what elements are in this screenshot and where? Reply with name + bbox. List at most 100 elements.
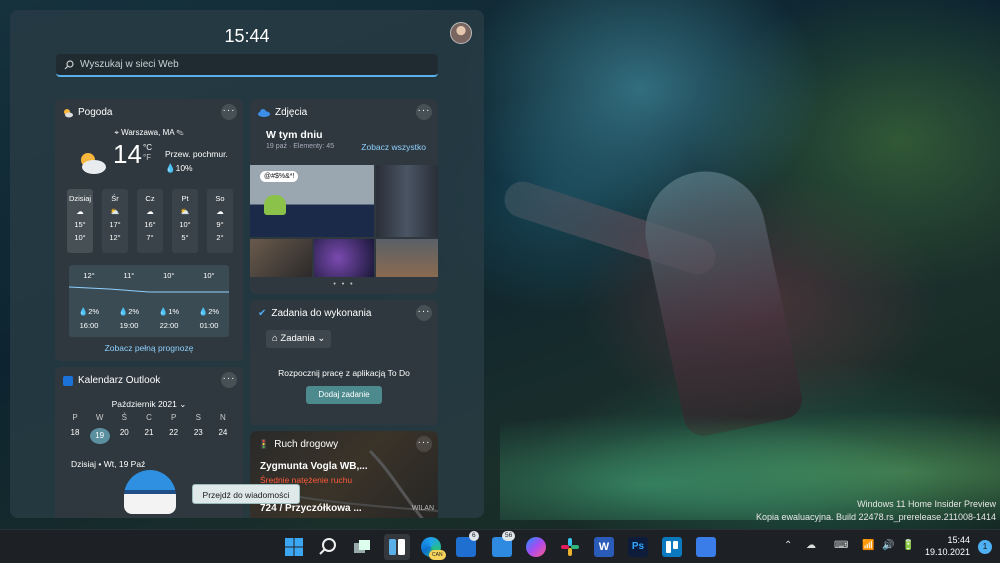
calendar-day[interactable]: 24: [213, 428, 233, 444]
calendar-day[interactable]: 20: [114, 428, 134, 444]
hourly-forecast: 12° 11° 10° 10° 💧2% 💧2% 💧1% 💧2% 16:00 19:00 22:0…: [69, 265, 229, 337]
calendar-day[interactable]: 18: [65, 428, 85, 444]
search-icon[interactable]: [318, 537, 338, 557]
weather-title: Pogoda: [78, 107, 113, 118]
calendar-day[interactable]: 22: [164, 428, 184, 444]
translator-icon[interactable]: [696, 537, 716, 557]
weather-app-icon: [64, 108, 73, 117]
todo-check-icon: ✔: [258, 308, 267, 319]
widgets-icon: [389, 539, 405, 555]
user-avatar[interactable]: [450, 22, 472, 44]
wallpaper-tree: [634, 160, 806, 440]
calendar-day-today[interactable]: 19: [89, 428, 110, 444]
add-task-button[interactable]: Dodaj zadanie: [306, 386, 382, 404]
onedrive-cloud-icon: [258, 108, 270, 117]
forecast-day[interactable]: So ☁ 9° 2°: [207, 189, 233, 253]
wifi-icon[interactable]: 📶: [862, 540, 874, 551]
weather-more-button[interactable]: ···: [221, 104, 237, 120]
word-icon[interactable]: W: [594, 537, 614, 557]
cloud-icon: ☁: [216, 207, 224, 216]
widgets-button-active[interactable]: [384, 534, 410, 560]
edit-icon: ✎: [174, 128, 184, 137]
windows-start-icon[interactable]: [284, 537, 304, 557]
forecast-day[interactable]: Pt ⛅ 10° 5°: [172, 189, 198, 253]
photos-heading: W tym dniu: [266, 129, 323, 141]
outlook-calendar-icon: [63, 375, 73, 386]
taskbar: CAN 6 56 W Ps ⌃ ☁ ⌨ 📶 🔊 🔋 15:44 19.10.20…: [0, 529, 1000, 563]
forecast-day[interactable]: Śr ⛅ 17° 12°: [102, 189, 128, 253]
traffic-street[interactable]: Zygmunta Vogla WB,...: [260, 461, 368, 472]
photo-thumbnail[interactable]: [314, 239, 374, 277]
hourly-temperature-line: [69, 286, 229, 293]
trello-icon[interactable]: [662, 537, 682, 557]
slack-icon[interactable]: [560, 537, 580, 557]
partly-sunny-icon: ⛅: [180, 207, 190, 216]
go-to-news-tooltip[interactable]: Przejdź do wiadomości: [192, 484, 300, 504]
battery-icon[interactable]: 🔋: [902, 540, 914, 551]
traffic-more-button[interactable]: ···: [416, 436, 432, 452]
task-view-icon[interactable]: [352, 537, 372, 557]
todo-widget[interactable]: ✔ Zadania do wykonania ··· ⌂ Zadania ⌄ R…: [250, 300, 438, 425]
traffic-title: Ruch drogowy: [274, 439, 339, 450]
store-app-icon[interactable]: 56: [492, 531, 516, 557]
current-temperature: 14: [113, 139, 142, 169]
forecast-day[interactable]: Cz ☁ 16° 7°: [137, 189, 163, 253]
web-search-input[interactable]: Wyszukaj w sieci Web: [56, 54, 438, 77]
cloud-icon: ☁: [146, 207, 154, 216]
weather-widget[interactable]: Pogoda ··· ⌖ Warszawa, MA ✎ 14 °C °F Prz…: [55, 99, 243, 361]
week-dates: 18 19 20 21 22 23 24: [65, 428, 233, 444]
calendar-day[interactable]: 23: [188, 428, 208, 444]
keyboard-icon[interactable]: ⌨: [834, 540, 848, 551]
todo-more-button[interactable]: ···: [416, 305, 432, 321]
photoshop-icon[interactable]: Ps: [628, 537, 648, 557]
onedrive-cloud-icon[interactable]: ☁: [806, 540, 816, 551]
today-label: Dzisiaj • Wt, 19 Paź: [71, 459, 146, 469]
messenger-icon[interactable]: [526, 537, 546, 557]
todo-header: ✔ Zadania do wykonania: [258, 308, 371, 319]
search-icon: [64, 59, 74, 69]
month-selector[interactable]: Październik 2021 ⌄: [55, 399, 243, 410]
photo-thumbnail[interactable]: [376, 239, 438, 277]
chevron-down-icon: ⌄: [176, 399, 187, 409]
map-label: WILAN: [411, 505, 434, 512]
widget-mascot-image: [124, 470, 176, 514]
photos-widget[interactable]: Zdjęcia ··· W tym dniu 19 paź · Elementy…: [250, 99, 438, 294]
widgets-panel: 15:44 Wyszukaj w sieci Web Pogoda ··· ⌖ …: [10, 10, 484, 518]
partly-cloudy-icon: [81, 153, 106, 174]
chevron-down-icon: ⌄: [314, 333, 326, 344]
chevron-up-icon[interactable]: ⌃: [784, 540, 792, 551]
raindrop-icon: 💧: [165, 163, 176, 173]
temperature-units[interactable]: °C °F: [143, 143, 152, 163]
edge-canary-icon[interactable]: CAN: [421, 537, 446, 560]
daily-forecast: Dzisiaj ☁ 15° 10° Śr ⛅ 17° 12° Cz ☁ 16° 7° Pt ⛅ 10°…: [67, 189, 233, 253]
partly-sunny-icon: ⛅: [110, 207, 120, 216]
android-robot-icon: [264, 195, 286, 215]
forecast-day[interactable]: Dzisiaj ☁ 15° 10°: [67, 189, 93, 253]
calendar-header: Kalendarz Outlook: [63, 375, 160, 386]
volume-icon[interactable]: 🔊: [882, 540, 894, 551]
photos-header: Zdjęcia: [258, 107, 307, 118]
photo-thumbnail[interactable]: [376, 165, 438, 237]
calendar-day[interactable]: 21: [139, 428, 159, 444]
weather-location[interactable]: ⌖ Warszawa, MA ✎: [55, 128, 243, 138]
photos-subtitle: 19 paź · Elementy: 45: [266, 143, 335, 150]
panel-clock: 15:44: [224, 26, 270, 46]
mail-icon[interactable]: 6: [456, 531, 479, 557]
carousel-dots[interactable]: • • •: [250, 281, 438, 288]
photo-thumbnail[interactable]: [250, 239, 312, 277]
task-list-selector[interactable]: ⌂ Zadania ⌄: [266, 330, 332, 348]
taskbar-clock[interactable]: 15:44 19.10.2021: [925, 534, 970, 558]
weekday-headers: PWŚCPSN: [72, 413, 226, 422]
weather-header: Pogoda: [63, 107, 112, 118]
calendar-more-button[interactable]: ···: [221, 372, 237, 388]
see-all-link[interactable]: Zobacz wszystko: [361, 142, 426, 152]
photos-more-button[interactable]: ···: [416, 104, 432, 120]
photo-thumbnail[interactable]: @#$%&*!: [250, 165, 374, 237]
cloud-icon: ☁: [76, 207, 84, 216]
calendar-title: Kalendarz Outlook: [78, 375, 161, 386]
notification-badge[interactable]: 1: [978, 540, 992, 554]
weather-condition: Przew. pochmur. 💧10%: [165, 149, 228, 173]
full-forecast-link[interactable]: Zobacz pełną prognozę: [55, 343, 243, 353]
todo-title: Zadania do wykonania: [271, 308, 372, 319]
windows-watermark: Windows 11 Home Insider Preview Kopia ew…: [755, 499, 996, 522]
